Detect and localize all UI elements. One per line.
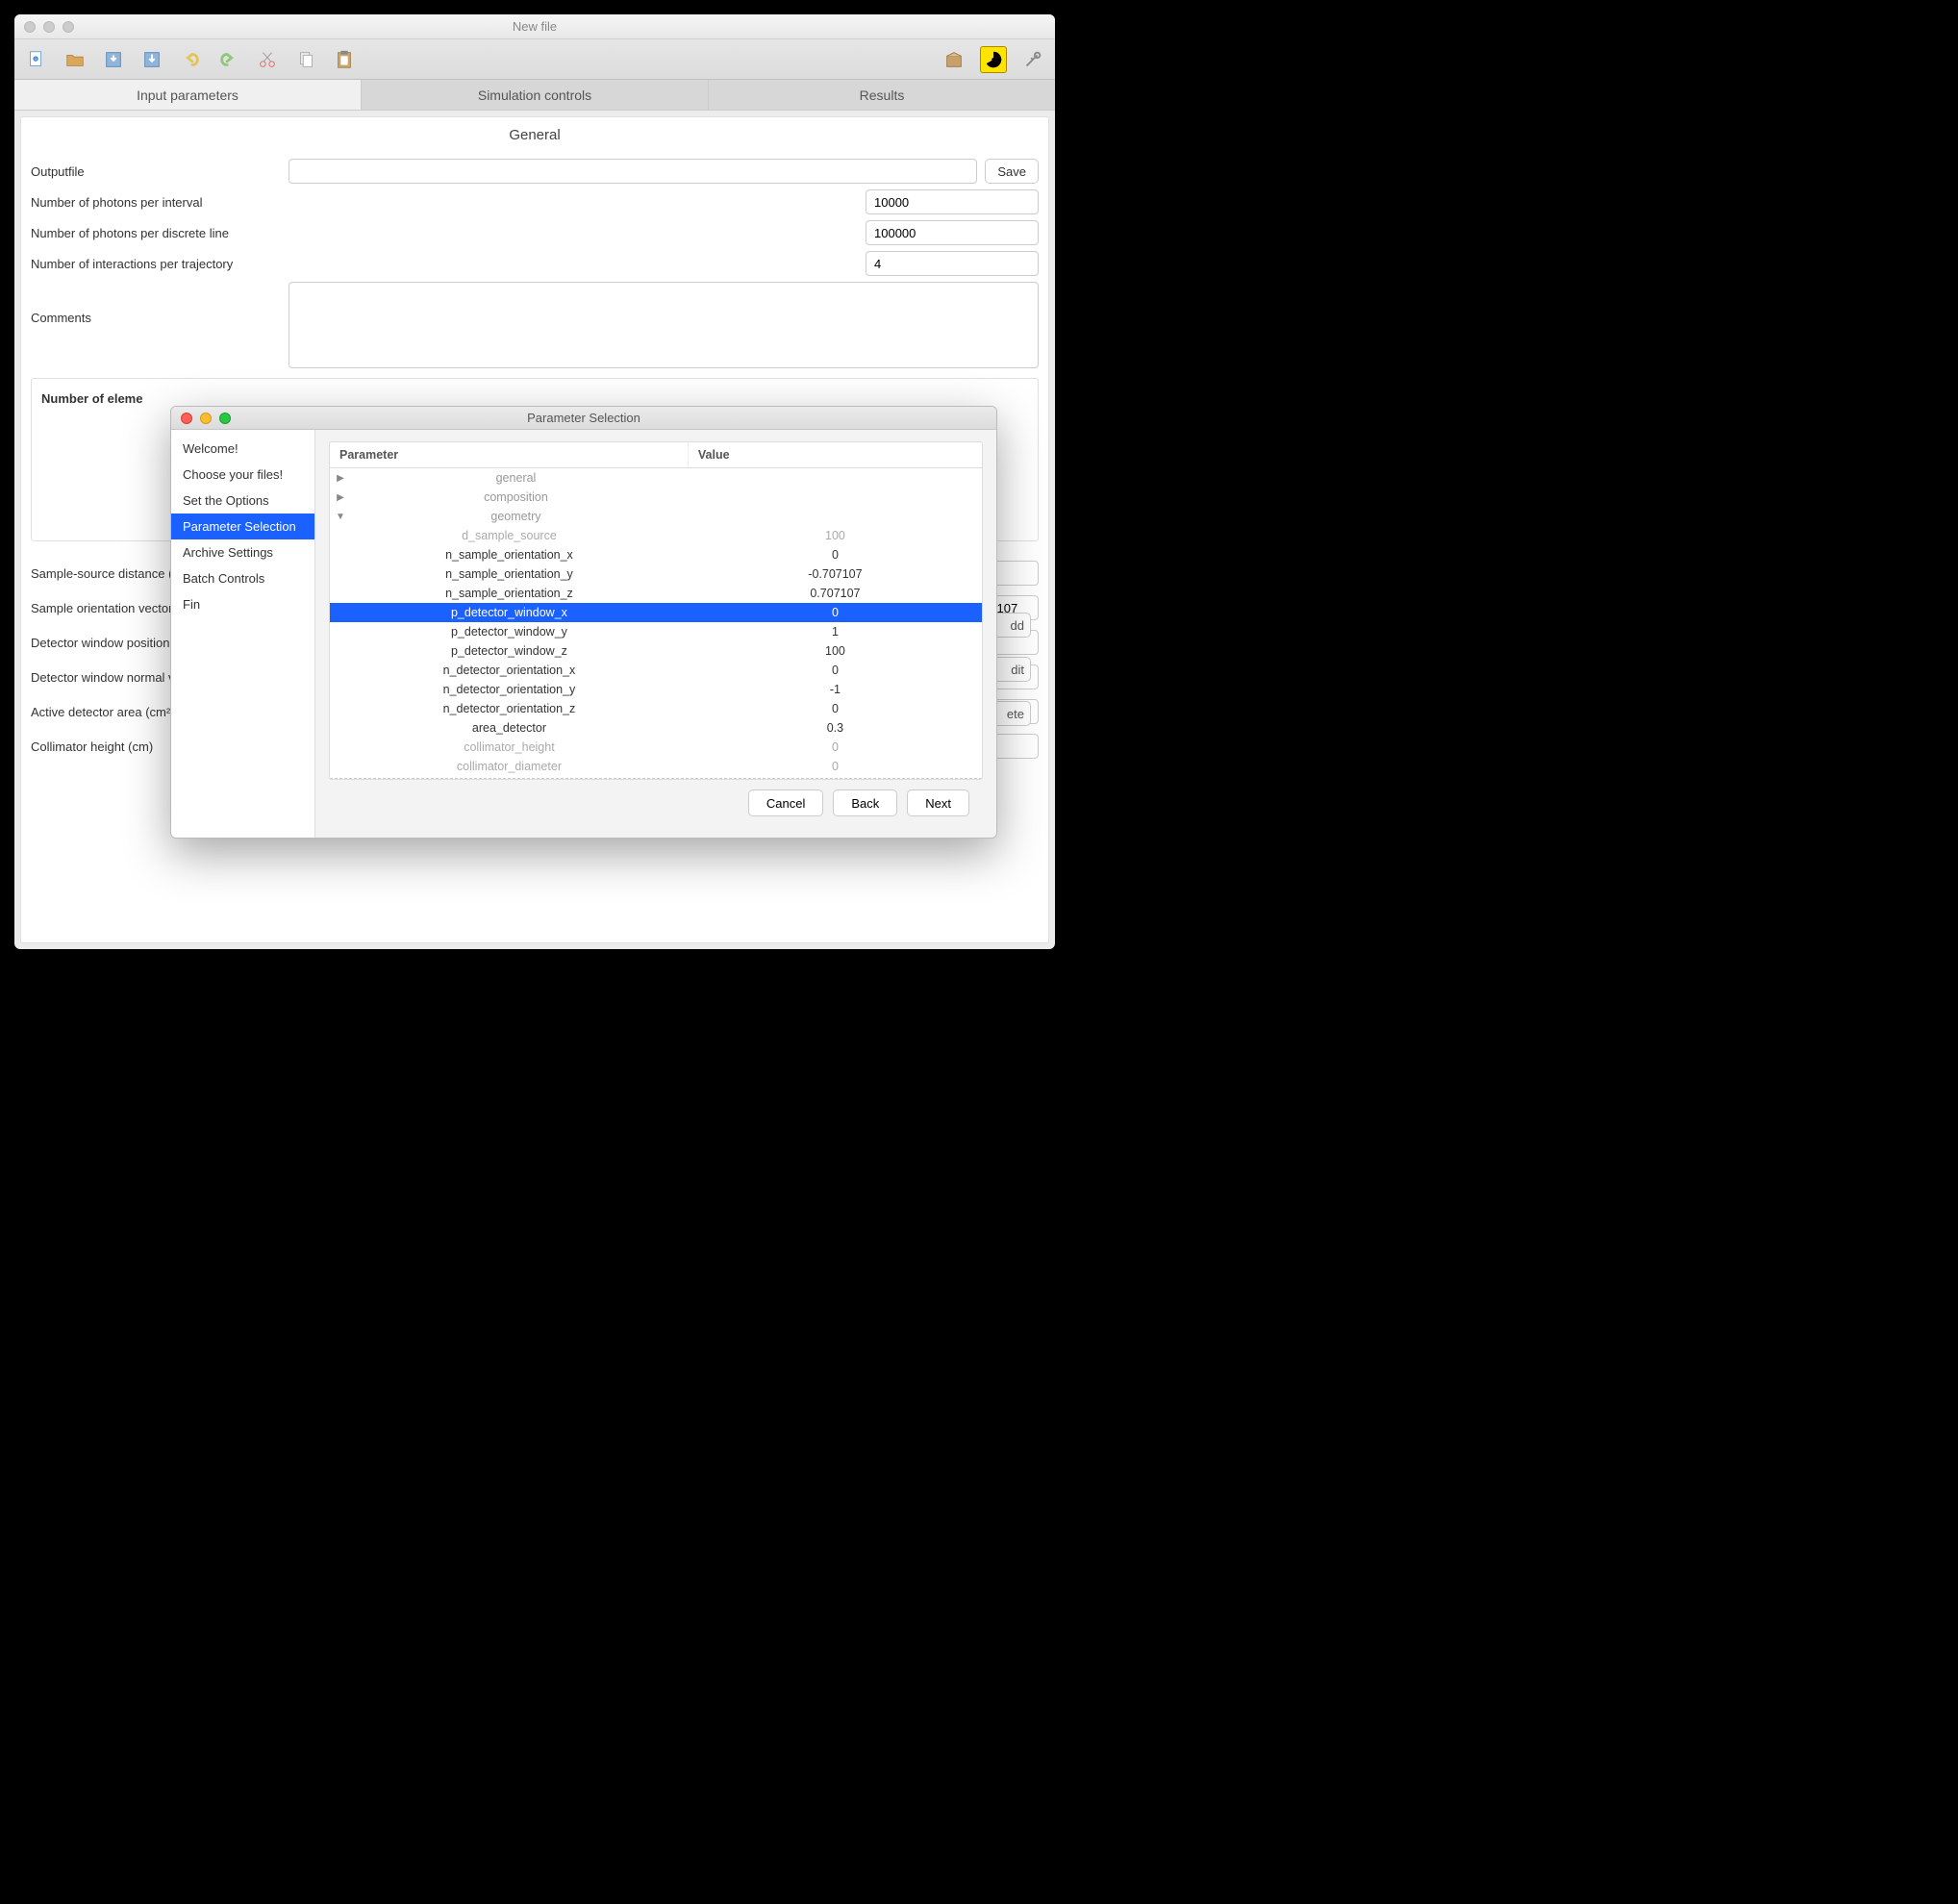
redo-icon[interactable] bbox=[216, 47, 241, 72]
parameter-table: Parameter Value ▶general▶composition▼geo… bbox=[329, 441, 983, 780]
wizard-step[interactable]: Fin bbox=[171, 591, 314, 617]
svg-text:+: + bbox=[35, 56, 38, 61]
package-icon[interactable] bbox=[941, 47, 966, 72]
param-row[interactable]: n_sample_orientation_z0.707107 bbox=[330, 584, 982, 603]
group-row[interactable]: ▼geometry bbox=[330, 507, 982, 526]
photons-line-label: Number of photons per discrete line bbox=[31, 226, 281, 240]
dialog-title: Parameter Selection bbox=[171, 411, 996, 425]
tab-results[interactable]: Results bbox=[709, 80, 1055, 110]
param-row[interactable]: collimator_diameter0 bbox=[330, 757, 982, 776]
interactions-input[interactable] bbox=[866, 251, 1039, 276]
cancel-button[interactable]: Cancel bbox=[748, 789, 823, 816]
param-row[interactable]: n_detector_orientation_y-1 bbox=[330, 680, 982, 699]
wizard-step[interactable]: Batch Controls bbox=[171, 565, 314, 591]
next-button[interactable]: Next bbox=[907, 789, 969, 816]
group-row[interactable]: ▶general bbox=[330, 468, 982, 488]
wizard-step[interactable]: Choose your files! bbox=[171, 462, 314, 488]
outputfile-input[interactable] bbox=[289, 159, 977, 184]
interactions-label: Number of interactions per trajectory bbox=[31, 257, 281, 271]
chevron-right-icon[interactable]: ▶ bbox=[336, 473, 345, 484]
close-icon[interactable] bbox=[24, 21, 36, 33]
content-area: General Outputfile Save Number of photon… bbox=[20, 116, 1049, 943]
param-row[interactable]: d_sample_source100 bbox=[330, 526, 982, 545]
chevron-down-icon[interactable]: ▼ bbox=[336, 512, 345, 522]
wizard-step[interactable]: Set the Options bbox=[171, 488, 314, 514]
open-folder-icon[interactable] bbox=[63, 47, 88, 72]
minimize-icon[interactable] bbox=[43, 21, 55, 33]
wizard-step[interactable]: Archive Settings bbox=[171, 539, 314, 565]
tab-simulation-controls[interactable]: Simulation controls bbox=[362, 80, 709, 110]
radiation-icon[interactable] bbox=[980, 46, 1007, 73]
outputfile-label: Outputfile bbox=[31, 164, 281, 179]
tab-bar: Input parameters Simulation controls Res… bbox=[14, 80, 1055, 111]
table-body[interactable]: ▶general▶composition▼geometryd_sample_so… bbox=[330, 468, 982, 778]
param-row[interactable]: p_detector_window_z100 bbox=[330, 641, 982, 661]
group-row[interactable]: ▶composition bbox=[330, 488, 982, 507]
photons-line-input[interactable] bbox=[866, 220, 1039, 245]
photons-interval-label: Number of photons per interval bbox=[31, 195, 281, 210]
tab-input-parameters[interactable]: Input parameters bbox=[14, 80, 362, 110]
paste-icon[interactable] bbox=[332, 47, 357, 72]
wizard-step[interactable]: Welcome! bbox=[171, 436, 314, 462]
back-button[interactable]: Back bbox=[833, 789, 897, 816]
new-file-icon[interactable]: + bbox=[24, 47, 49, 72]
toolbar: + bbox=[14, 39, 1055, 80]
param-row[interactable]: n_sample_orientation_y-0.707107 bbox=[330, 564, 982, 584]
param-row[interactable]: collimator_height0 bbox=[330, 738, 982, 757]
window-controls bbox=[14, 21, 74, 33]
zoom-icon[interactable] bbox=[63, 21, 74, 33]
photons-interval-input[interactable] bbox=[866, 189, 1039, 214]
param-row[interactable]: n_detector_orientation_x0 bbox=[330, 661, 982, 680]
zoom-icon[interactable] bbox=[219, 413, 231, 424]
tools-icon[interactable] bbox=[1020, 47, 1045, 72]
cut-icon[interactable] bbox=[255, 47, 280, 72]
param-row[interactable]: p_detector_window_x0 bbox=[330, 603, 982, 622]
section-title-general: General bbox=[31, 123, 1039, 153]
minimize-icon[interactable] bbox=[200, 413, 212, 424]
chevron-right-icon[interactable]: ▶ bbox=[336, 492, 345, 503]
undo-icon[interactable] bbox=[178, 47, 203, 72]
title-bar: New file bbox=[14, 14, 1055, 39]
main-window: New file + Input parameters Simulation c… bbox=[14, 14, 1055, 949]
param-row[interactable]: n_sample_orientation_x0 bbox=[330, 545, 982, 564]
param-row[interactable]: n_detector_orientation_z0 bbox=[330, 699, 982, 718]
save-icon[interactable] bbox=[101, 47, 126, 72]
param-row[interactable]: p_detector_window_y1 bbox=[330, 622, 982, 641]
save-button[interactable]: Save bbox=[985, 159, 1039, 184]
col-value[interactable]: Value bbox=[689, 442, 982, 467]
wizard-step[interactable]: Parameter Selection bbox=[171, 514, 314, 539]
parameter-selection-dialog: Parameter Selection Welcome!Choose your … bbox=[170, 406, 997, 839]
col-parameter[interactable]: Parameter bbox=[330, 442, 689, 467]
dialog-title-bar: Parameter Selection bbox=[171, 407, 996, 430]
comments-label: Comments bbox=[31, 282, 281, 325]
param-row[interactable]: area_detector0.3 bbox=[330, 718, 982, 738]
wizard-steps: Welcome!Choose your files!Set the Option… bbox=[171, 430, 315, 838]
close-icon[interactable] bbox=[181, 413, 192, 424]
saveas-icon[interactable] bbox=[139, 47, 164, 72]
window-title: New file bbox=[14, 19, 1055, 34]
copy-icon[interactable] bbox=[293, 47, 318, 72]
comments-textarea[interactable] bbox=[289, 282, 1039, 368]
